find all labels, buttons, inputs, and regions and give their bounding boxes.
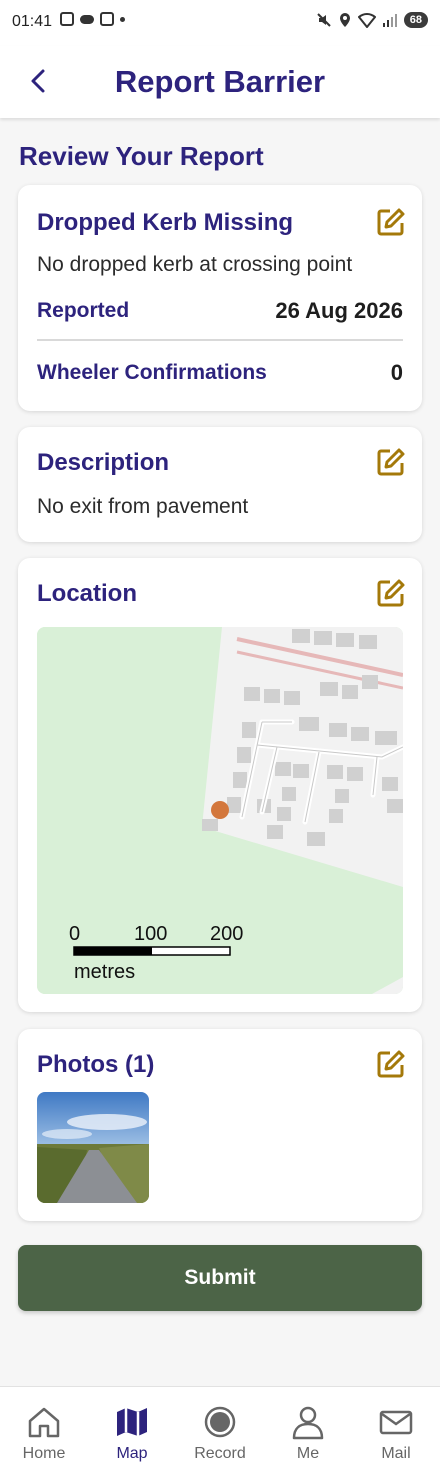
edit-description-button[interactable] <box>376 447 406 477</box>
edit-location-button[interactable] <box>376 578 406 608</box>
edit-icon <box>377 448 405 476</box>
review-heading: Review Your Report <box>19 141 264 171</box>
location-icon <box>339 13 350 27</box>
photo-thumbnail[interactable] <box>37 1092 149 1203</box>
bottom-nav: Home Map Record Me Mail <box>0 1386 440 1464</box>
nav-record[interactable]: Record <box>176 1387 264 1464</box>
barrier-location-marker <box>211 801 229 819</box>
photo-image <box>37 1092 149 1203</box>
status-system-icons: 68 <box>316 12 428 28</box>
nav-home[interactable]: Home <box>0 1387 88 1464</box>
reported-date: 26 Aug 2026 <box>275 298 403 323</box>
location-card: Location 0 100 200 metres <box>18 558 422 1012</box>
scale-label-0: 0 <box>69 923 81 945</box>
screenshot-icon <box>60 12 74 26</box>
scale-label-200: 200 <box>210 923 244 945</box>
map-icon <box>117 1408 147 1436</box>
reported-label: Reported <box>37 299 130 322</box>
record-icon <box>204 1406 236 1438</box>
card-divider <box>37 339 403 341</box>
status-bar: 01:41 68 <box>0 0 440 46</box>
submit-button[interactable]: Submit <box>18 1245 422 1311</box>
cloud-icon <box>80 14 94 24</box>
nav-home-label: Home <box>22 1445 66 1462</box>
nav-mail-label: Mail <box>381 1445 411 1462</box>
app-header: Report Barrier <box>0 46 440 118</box>
photos-card: Photos (1) <box>18 1029 422 1221</box>
confirmations-count: 0 <box>390 360 403 385</box>
edit-icon <box>377 208 405 236</box>
barrier-card: Dropped Kerb Missing No dropped kerb at … <box>18 185 422 411</box>
nav-me-label: Me <box>296 1445 320 1462</box>
status-notification-icons <box>60 12 125 26</box>
description-title: Description <box>37 449 170 476</box>
location-title: Location <box>37 580 137 607</box>
nav-record-label: Record <box>194 1445 246 1462</box>
description-card: Description No exit from pavement <box>18 427 422 542</box>
person-icon <box>292 1406 324 1440</box>
edit-icon <box>377 1050 405 1078</box>
signal-icon <box>382 14 397 27</box>
confirmations-label: Wheeler Confirmations <box>37 361 267 384</box>
wifi-icon <box>357 13 376 28</box>
nav-me[interactable]: Me <box>264 1387 352 1464</box>
calendar-icon <box>100 12 114 26</box>
mute-icon <box>317 13 331 27</box>
photos-title: Photos (1) <box>37 1051 155 1078</box>
nav-mail[interactable]: Mail <box>352 1387 440 1464</box>
edit-icon <box>377 579 405 607</box>
mail-icon <box>379 1410 413 1435</box>
location-map[interactable]: 0 100 200 metres <box>37 627 403 994</box>
barrier-type-title: Dropped Kerb Missing <box>37 209 294 236</box>
status-time: 01:41 <box>12 13 53 30</box>
edit-barrier-button[interactable] <box>376 207 406 237</box>
dot-icon <box>120 16 125 22</box>
battery-indicator: 68 <box>403 12 428 28</box>
nav-map-label: Map <box>116 1445 148 1462</box>
home-icon <box>28 1407 60 1438</box>
scale-unit: metres <box>74 961 136 983</box>
description-text: No exit from pavement <box>37 495 249 518</box>
barrier-subtitle: No dropped kerb at crossing point <box>37 253 353 276</box>
scale-label-100: 100 <box>134 923 168 945</box>
page-title: Report Barrier <box>114 64 326 99</box>
edit-photos-button[interactable] <box>376 1049 406 1079</box>
nav-map[interactable]: Map <box>88 1387 176 1464</box>
